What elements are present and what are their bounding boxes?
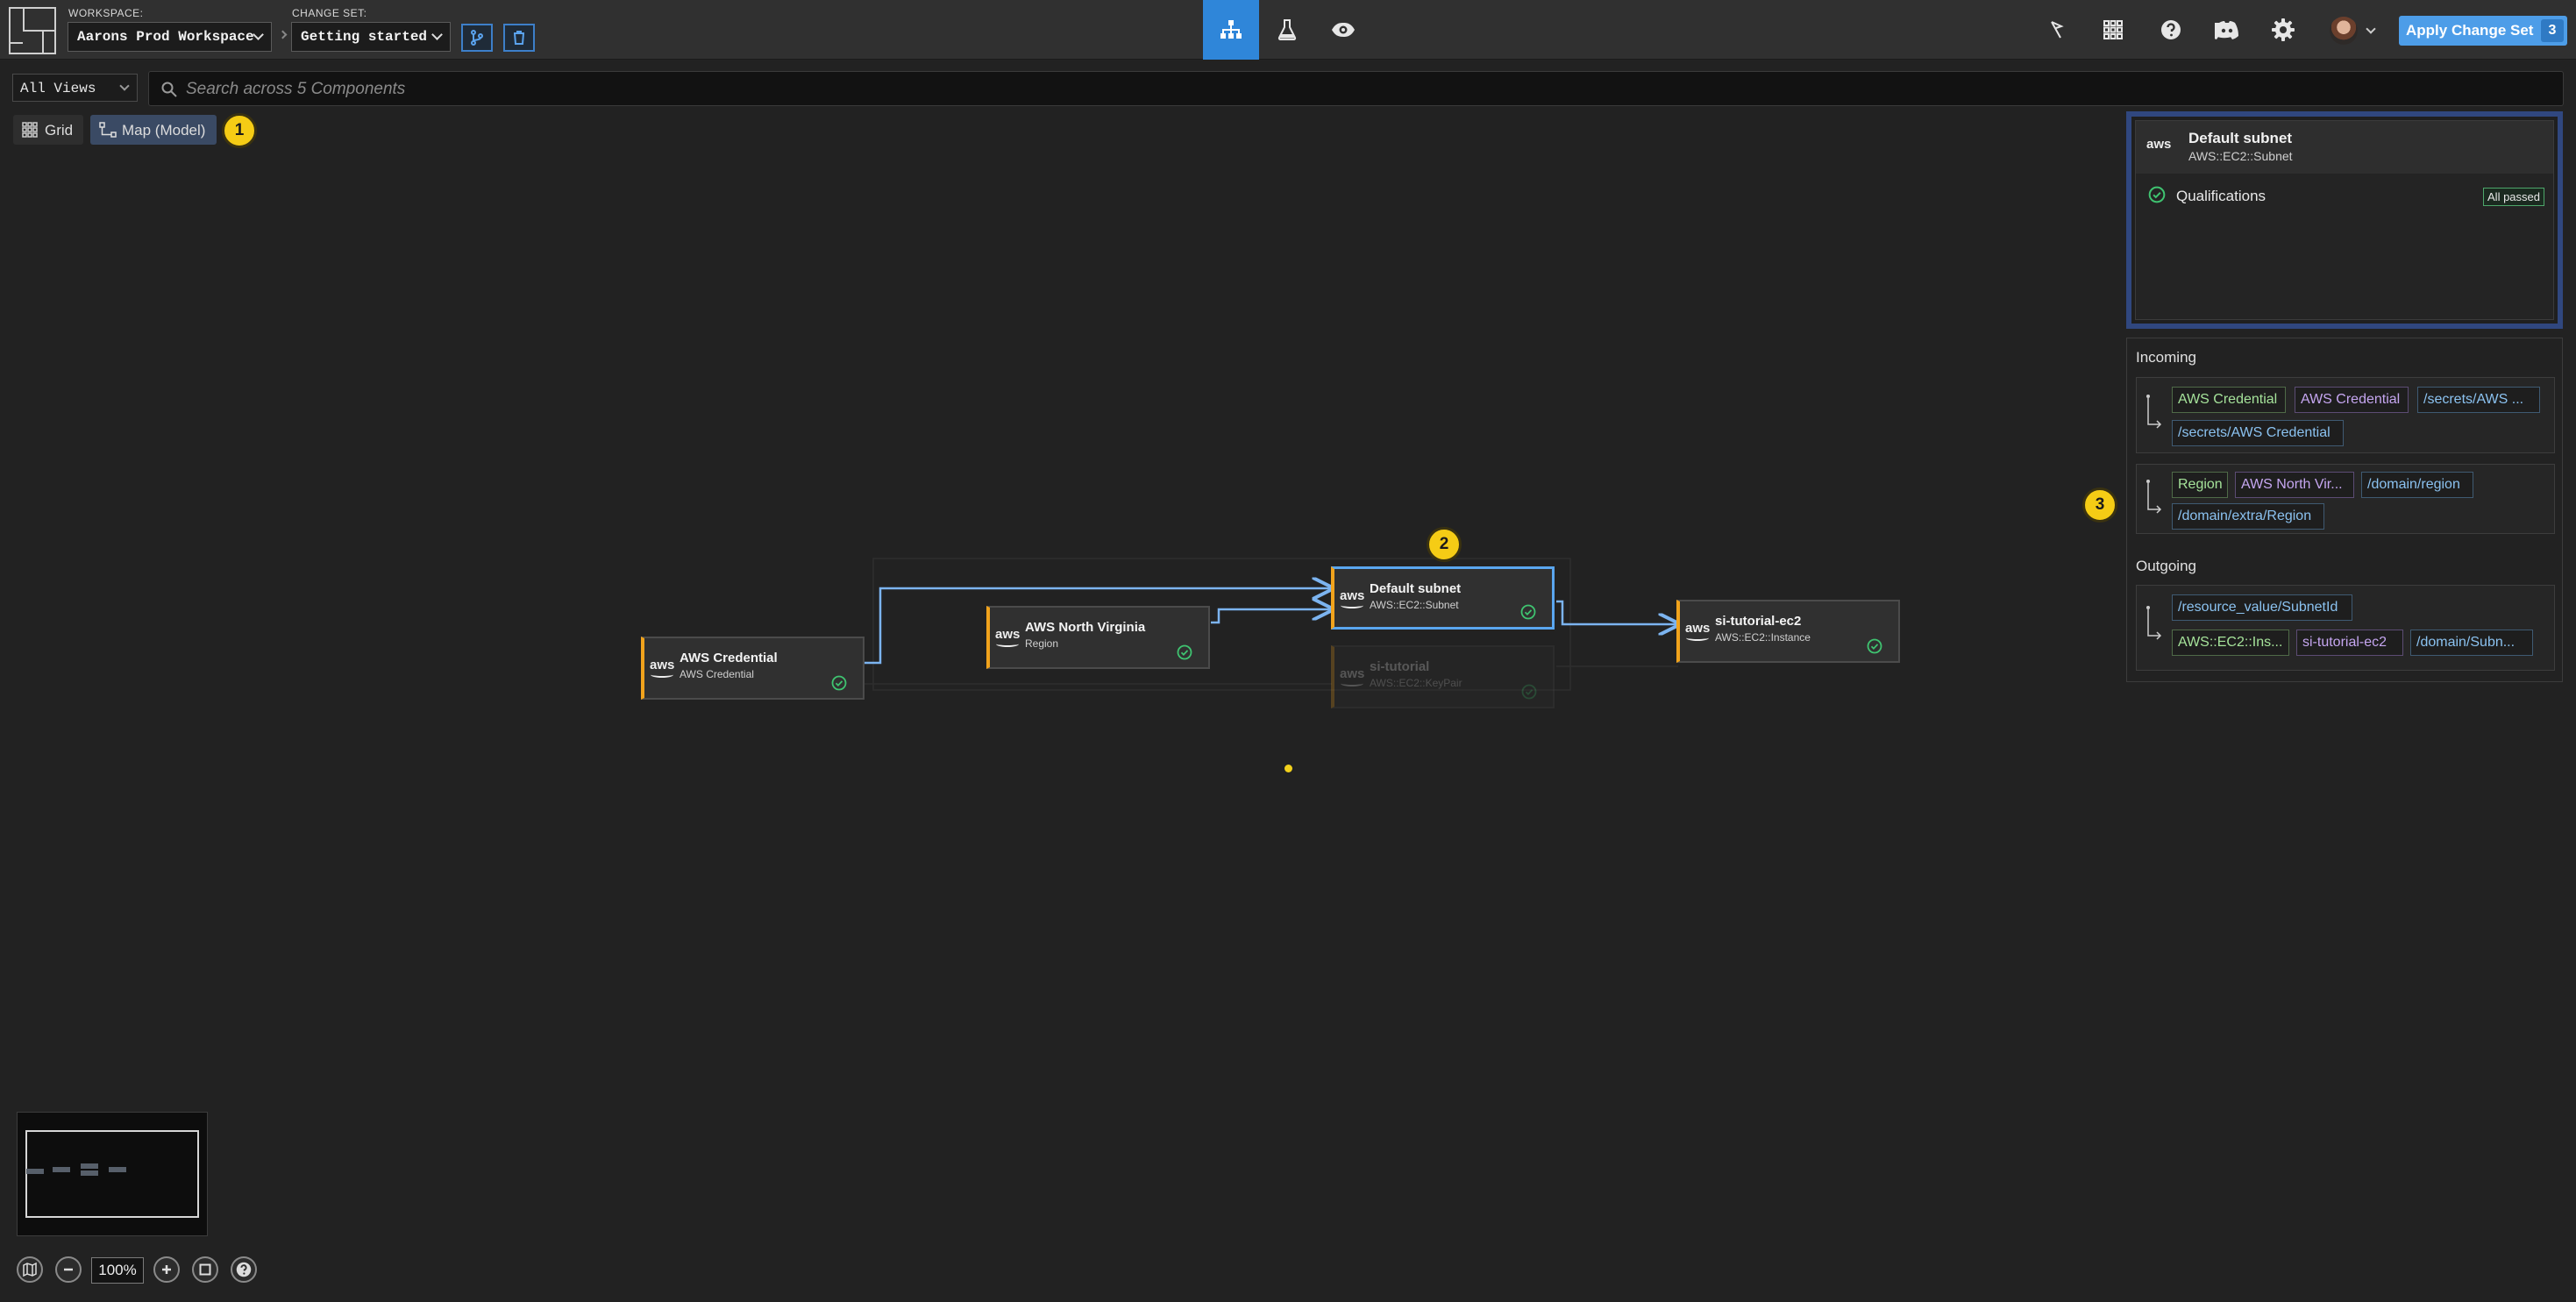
connection-chip: AWS North Vir...	[2235, 472, 2354, 498]
incoming-connection[interactable]: Region AWS North Vir... /domain/region /…	[2136, 464, 2555, 534]
connection-chip: AWS Credential	[2295, 387, 2409, 413]
check-circle-icon	[2148, 186, 2166, 203]
zoom-in-button[interactable]	[153, 1256, 180, 1283]
node-default-subnet[interactable]: aws Default subnet AWS::EC2::Subnet	[1331, 566, 1555, 630]
component-header: aws Default subnet AWS::EC2::Subnet	[2136, 121, 2553, 174]
minimap-toggle-button[interactable]	[17, 1256, 43, 1283]
connection-arrow-icon	[2146, 480, 2162, 514]
aws-logo-icon: aws	[1685, 621, 1711, 641]
component-title: Default subnet	[2188, 130, 2293, 146]
edge-subnet-ec2	[1556, 600, 1678, 624]
node-subtitle: AWS::EC2::Instance	[1715, 631, 1811, 644]
minimap-node	[109, 1167, 126, 1172]
minimap-viewport[interactable]	[25, 1130, 199, 1218]
aws-logo-icon: aws	[1340, 588, 1365, 608]
connection-chip: si-tutorial-ec2	[2296, 630, 2403, 656]
node-aws-north-virginia[interactable]: aws AWS North Virginia Region	[986, 606, 1210, 669]
connection-chip: /domain/extra/Region	[2172, 503, 2324, 530]
fit-view-button[interactable]	[192, 1256, 218, 1283]
map-icon	[23, 1263, 37, 1277]
aws-logo-icon: aws	[650, 658, 675, 678]
node-title: si-tutorial	[1370, 659, 1430, 674]
connection-chip: /domain/region	[2361, 472, 2473, 498]
connection-chip: /secrets/AWS Credential	[2172, 420, 2344, 446]
check-circle-icon	[1520, 604, 1536, 620]
incoming-title: Incoming	[2136, 349, 2196, 366]
selected-component-card[interactable]: aws Default subnet AWS::EC2::Subnet Qual…	[2126, 111, 2563, 329]
connection-chip: /domain/Subn...	[2410, 630, 2533, 656]
help-icon	[236, 1262, 252, 1277]
aws-logo-icon: aws	[995, 627, 1021, 647]
node-subtitle: AWS::EC2::Subnet	[1370, 599, 1459, 611]
node-subtitle: AWS::EC2::KeyPair	[1370, 677, 1462, 689]
node-subtitle: AWS Credential	[680, 668, 754, 680]
minimap-node	[81, 1170, 98, 1176]
canvas-help-button[interactable]	[231, 1256, 257, 1283]
node-si-tutorial-keypair[interactable]: aws si-tutorial AWS::EC2::KeyPair	[1331, 645, 1555, 708]
node-title: AWS Credential	[680, 651, 778, 665]
aws-logo-icon: aws	[2146, 137, 2172, 152]
qualifications-status-badge: All passed	[2483, 188, 2544, 206]
connection-chip: /resource_value/SubnetId	[2172, 594, 2352, 621]
check-circle-icon	[1867, 638, 1882, 654]
minimap[interactable]	[17, 1112, 208, 1236]
check-circle-icon	[831, 675, 847, 691]
qualifications-label[interactable]: Qualifications	[2176, 188, 2266, 205]
node-si-tutorial-ec2[interactable]: aws si-tutorial-ec2 AWS::EC2::Instance	[1676, 600, 1900, 663]
connection-arrow-icon	[2146, 606, 2162, 640]
minus-icon	[64, 1268, 73, 1271]
node-title: AWS North Virginia	[1025, 620, 1146, 635]
plus-icon	[162, 1265, 171, 1274]
outgoing-title: Outgoing	[2136, 558, 2196, 574]
node-title: si-tutorial-ec2	[1715, 614, 1802, 629]
zoom-out-button[interactable]	[55, 1256, 82, 1283]
connections-panel: Incoming AWS Credential AWS Credential /…	[2126, 338, 2563, 682]
node-title: Default subnet	[1370, 581, 1462, 596]
incoming-connection[interactable]: AWS Credential AWS Credential /secrets/A…	[2136, 377, 2555, 453]
minimap-node	[81, 1163, 98, 1169]
check-circle-icon	[1521, 684, 1537, 700]
component-details: aws Default subnet AWS::EC2::Subnet Qual…	[2135, 120, 2554, 320]
node-subtitle: Region	[1025, 637, 1059, 650]
check-circle-icon	[1177, 644, 1192, 660]
minimap-node	[26, 1169, 44, 1174]
component-subtitle: AWS::EC2::Subnet	[2188, 149, 2293, 163]
zoom-level[interactable]: 100%	[91, 1257, 144, 1284]
step-badge-3: 3	[2082, 487, 2117, 523]
connection-chip: /secrets/AWS ...	[2417, 387, 2540, 413]
canvas-cursor-dot	[1284, 765, 1292, 772]
connection-chip: AWS::EC2::Ins...	[2172, 630, 2289, 656]
aws-logo-icon: aws	[1340, 666, 1365, 687]
connection-chip: Region	[2172, 472, 2228, 498]
connection-chip: AWS Credential	[2172, 387, 2286, 413]
outgoing-connection[interactable]: /resource_value/SubnetId AWS::EC2::Ins..…	[2136, 585, 2555, 671]
minimap-node	[53, 1167, 70, 1172]
step-badge-2: 2	[1427, 527, 1462, 562]
node-aws-credential[interactable]: aws AWS Credential AWS Credential	[641, 637, 865, 700]
connection-arrow-icon	[2146, 395, 2162, 429]
edge-region-subnet	[1211, 609, 1332, 624]
fit-screen-icon	[199, 1263, 211, 1276]
